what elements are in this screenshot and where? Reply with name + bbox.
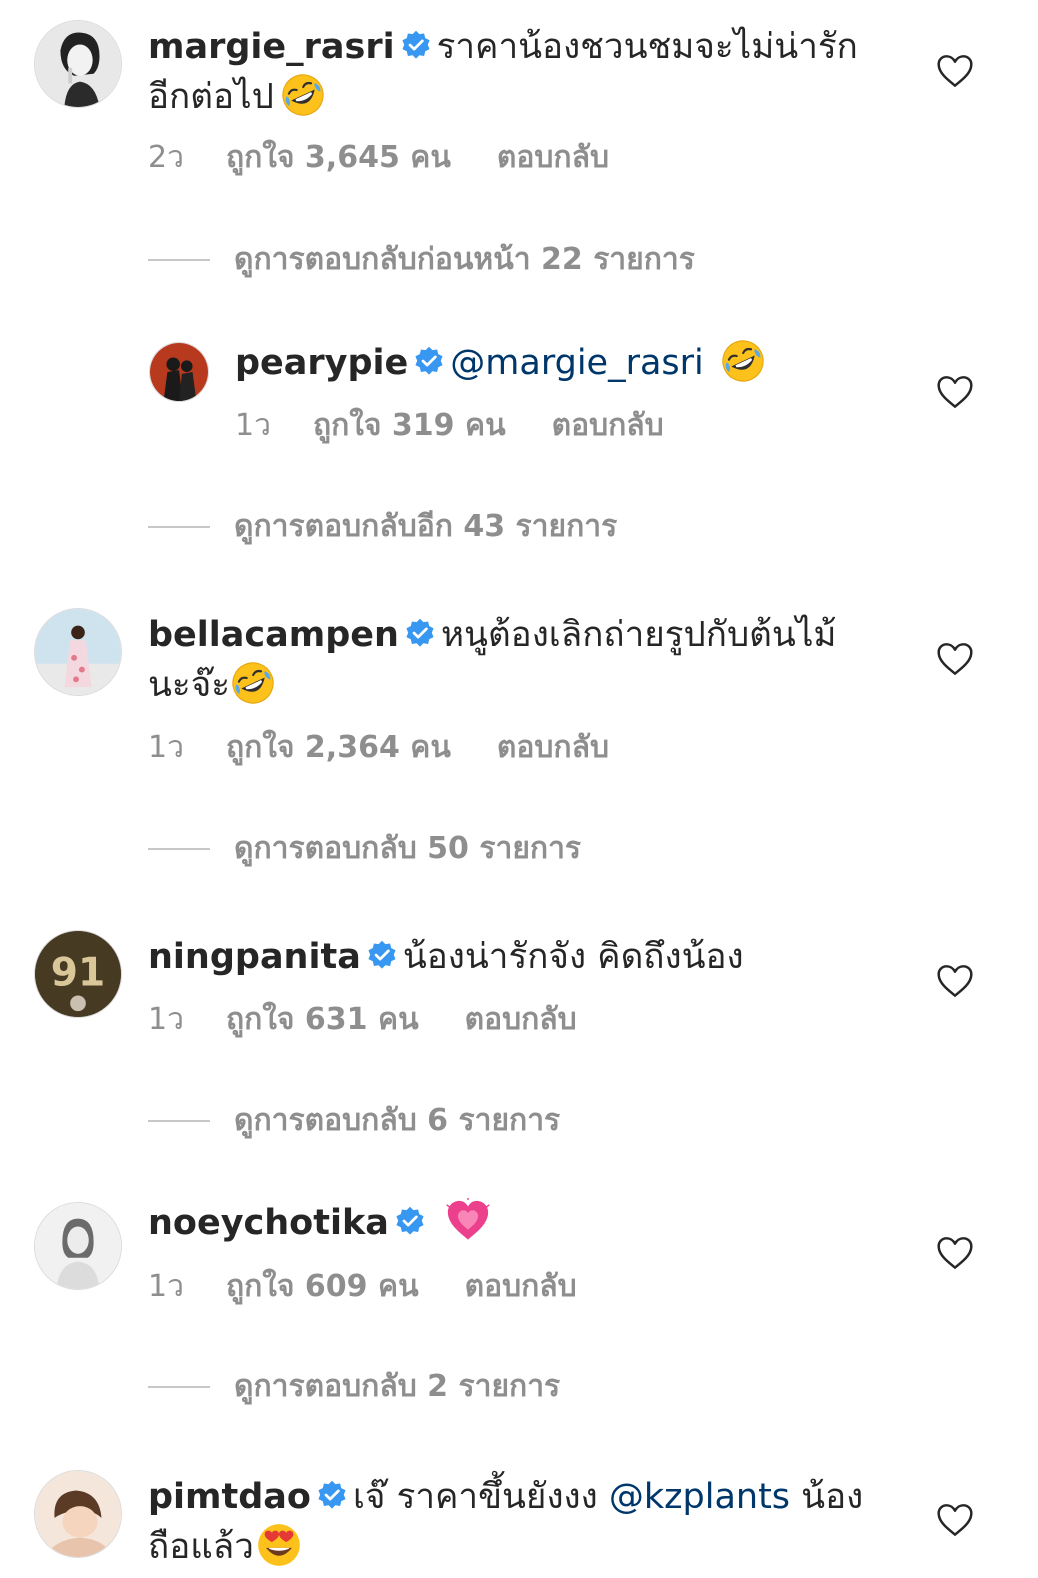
username[interactable]: ningpanita	[148, 937, 361, 977]
username[interactable]: noeychotika	[148, 1203, 389, 1243]
comment-meta: 2ว ถูกใจ 3,645 คน ตอบกลับ	[148, 138, 609, 178]
comment-time: 1ว	[235, 408, 271, 443]
likes-count[interactable]: ถูกใจ 609 คน	[226, 1267, 419, 1307]
comment-text: ราคาน้องชวนชมจะไม่น่ารัก	[436, 27, 858, 67]
comment-time: 2ว	[148, 140, 184, 175]
reply-button[interactable]: ตอบกลับ	[497, 138, 609, 178]
comment-body: bellacampen หนูต้องเลิกถ่ายรูปกับต้นไม้ น…	[148, 610, 888, 712]
comment-text: นะจ๊ะ	[148, 665, 231, 705]
comment-meta: 1ว ถูกใจ 319 คน ตอบกลับ	[235, 406, 664, 446]
divider-line	[148, 1120, 210, 1122]
reply-button[interactable]: ตอบกลับ	[497, 728, 609, 768]
verified-badge-icon	[401, 30, 431, 60]
view-replies-button[interactable]: ดูการตอบกลับ 2 รายการ	[148, 1367, 560, 1407]
view-replies-label: ดูการตอบกลับก่อนหน้า 22 รายการ	[234, 242, 695, 277]
comment-text: น้อง	[801, 1477, 864, 1517]
likes-count[interactable]: ถูกใจ 631 คน	[226, 1000, 419, 1040]
comment-text: เจ๊ ราคาขึ้นยังงง	[352, 1477, 598, 1517]
likes-count[interactable]: ถูกใจ 319 คน	[313, 406, 506, 446]
heart-outline-icon[interactable]	[936, 54, 974, 88]
verified-badge-icon	[317, 1480, 347, 1510]
view-replies-button[interactable]: ดูการตอบกลับ 6 รายการ	[148, 1101, 560, 1141]
heart-outline-icon[interactable]	[936, 375, 974, 409]
rofl-emoji	[280, 72, 326, 118]
heart-outline-icon[interactable]	[936, 1236, 974, 1270]
avatar[interactable]	[34, 1470, 122, 1558]
divider-line	[148, 526, 210, 528]
rofl-emoji	[230, 660, 276, 706]
reply-button[interactable]: ตอบกลับ	[465, 1000, 577, 1040]
comment-time: 1ว	[148, 1269, 184, 1304]
username[interactable]: pearypie	[235, 343, 408, 383]
heart-eyes-emoji	[256, 1522, 302, 1568]
rofl-emoji	[720, 338, 766, 384]
mention-link[interactable]: @kzplants	[609, 1477, 790, 1517]
comment-body: pimtdao เจ๊ ราคาขึ้นยังงง @kzplants น้อง …	[148, 1472, 888, 1574]
comment-text: น้องน่ารักจัง คิดถึงน้อง	[402, 937, 744, 977]
view-replies-label: ดูการตอบกลับอีก 43 รายการ	[234, 509, 618, 544]
comment-time: 1ว	[148, 1002, 184, 1037]
verified-badge-icon	[414, 346, 444, 376]
comment-meta: 1ว ถูกใจ 631 คน ตอบกลับ	[148, 1000, 577, 1040]
divider-line	[148, 848, 210, 850]
username[interactable]: pimtdao	[148, 1477, 311, 1517]
avatar[interactable]	[34, 20, 122, 108]
pink-heart-emoji	[445, 1198, 491, 1244]
view-replies-label: ดูการตอบกลับ 6 รายการ	[234, 1103, 561, 1138]
divider-line	[148, 259, 210, 261]
comment-body: ningpanita น้องน่ารักจัง คิดถึงน้อง	[148, 932, 888, 982]
comment-meta: 1ว ถูกใจ 2,364 คน ตอบกลับ	[148, 728, 609, 768]
view-replies-label: ดูการตอบกลับ 2 รายการ	[234, 1369, 561, 1404]
view-replies-button[interactable]: ดูการตอบกลับก่อนหน้า 22 รายการ	[148, 240, 695, 280]
heart-outline-icon[interactable]	[936, 964, 974, 998]
heart-outline-icon[interactable]	[936, 642, 974, 676]
verified-badge-icon	[395, 1206, 425, 1236]
verified-badge-icon	[405, 618, 435, 648]
view-replies-button[interactable]: ดูการตอบกลับอีก 43 รายการ	[148, 507, 617, 547]
avatar[interactable]	[149, 342, 209, 402]
comment-body: noeychotika	[148, 1198, 888, 1250]
username[interactable]: margie_rasri	[148, 27, 395, 67]
view-replies-button[interactable]: ดูการตอบกลับ 50 รายการ	[148, 829, 581, 869]
comment-body: margie_rasri ราคาน้องชวนชมจะไม่น่ารัก อีก…	[148, 22, 888, 124]
comment-body: pearypie @margie_rasri	[235, 338, 975, 390]
likes-count[interactable]: ถูกใจ 2,364 คน	[226, 728, 451, 768]
likes-count[interactable]: ถูกใจ 3,645 คน	[226, 138, 451, 178]
avatar[interactable]	[34, 608, 122, 696]
mention-link[interactable]: @margie_rasri	[450, 343, 703, 383]
username[interactable]: bellacampen	[148, 615, 399, 655]
avatar[interactable]: 91	[34, 930, 122, 1018]
heart-outline-icon[interactable]	[936, 1503, 974, 1537]
comment-text: ถือแล้ว	[148, 1527, 254, 1567]
view-replies-label: ดูการตอบกลับ 50 รายการ	[234, 831, 582, 866]
comment-meta: 1ว ถูกใจ 609 คน ตอบกลับ	[148, 1267, 577, 1307]
svg-text:91: 91	[51, 951, 105, 996]
comment-text: หนูต้องเลิกถ่ายรูปกับต้นไม้	[440, 615, 837, 655]
divider-line	[148, 1386, 210, 1388]
comment-text: อีกต่อไป	[148, 77, 274, 117]
comment-time: 1ว	[148, 730, 184, 765]
avatar[interactable]	[34, 1202, 122, 1290]
reply-button[interactable]: ตอบกลับ	[465, 1267, 577, 1307]
reply-button[interactable]: ตอบกลับ	[552, 406, 664, 446]
verified-badge-icon	[367, 940, 397, 970]
